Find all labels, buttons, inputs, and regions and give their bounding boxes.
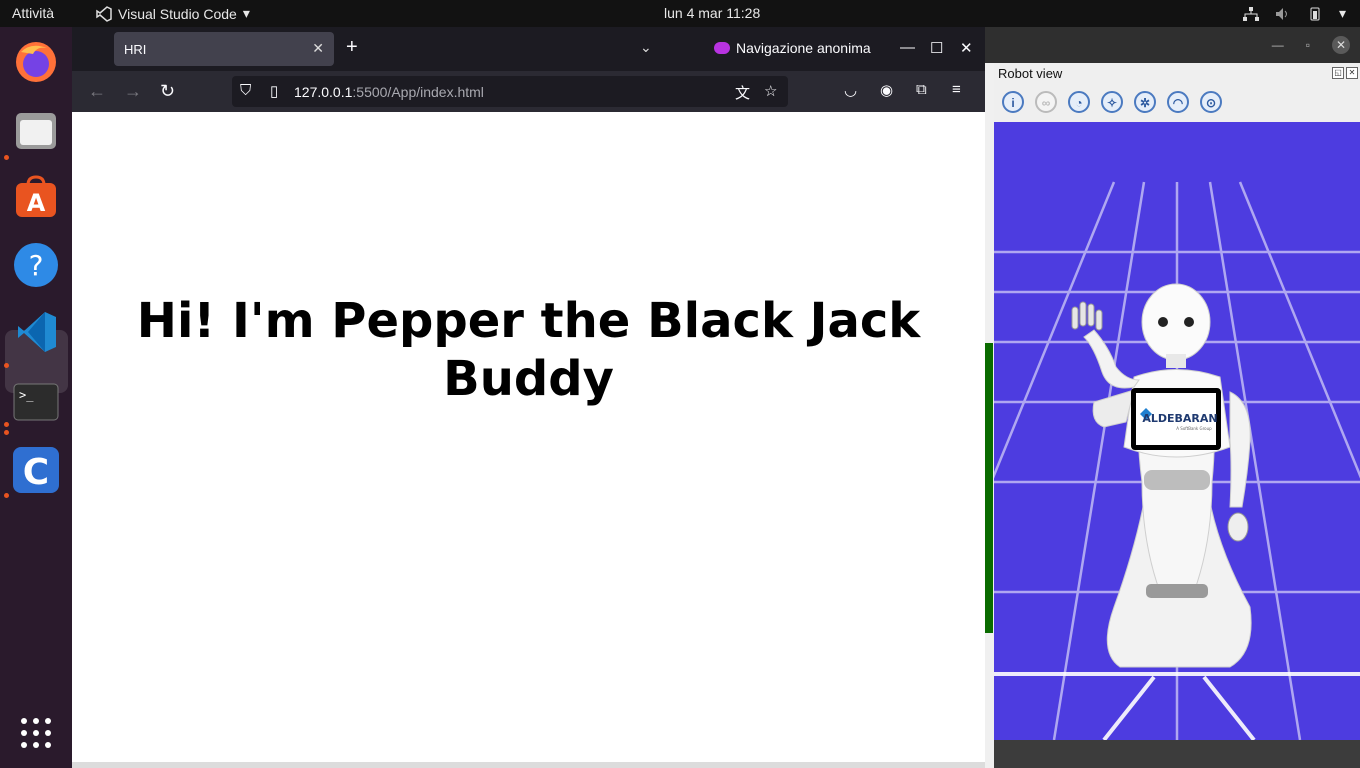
app-grid-icon[interactable] — [12, 709, 60, 757]
running-indicator — [4, 422, 9, 427]
translate-icon[interactable]: 文 — [735, 82, 750, 103]
robot-3d-scene: ALDEBARAN A SoftBank Group — [994, 181, 1360, 740]
new-tab-button[interactable]: + — [346, 37, 358, 57]
system-tray[interactable]: ▾ — [1242, 5, 1346, 22]
robot-pose-icon[interactable]: ✧ — [1101, 91, 1123, 113]
dock: A ? >_ C — [0, 27, 72, 768]
running-indicator — [4, 430, 9, 435]
page-icon[interactable]: ▯ — [270, 82, 278, 100]
choregraphe-window-controls: — ▫ ✕ — [1272, 36, 1350, 54]
battery-icon — [1307, 7, 1323, 21]
power-menu-icon: ▾ — [1338, 5, 1346, 21]
private-mask-icon — [714, 42, 730, 54]
minimize-button[interactable]: — — [900, 39, 915, 56]
shield-icon[interactable]: ⛉ — [240, 82, 251, 99]
activities-button[interactable]: Attività — [12, 5, 54, 21]
close-icon[interactable]: ✕ — [1332, 36, 1350, 54]
extensions-icon[interactable]: ⧉ — [916, 81, 927, 98]
files-icon[interactable] — [12, 107, 60, 155]
svg-text:A: A — [27, 189, 46, 217]
svg-text:>_: >_ — [19, 388, 34, 402]
navigation-bar: ← → ↻ ⛉ ▯ 127.0.0.1:5500/App/index.html … — [72, 71, 985, 112]
back-button[interactable]: ← — [88, 81, 106, 102]
clock[interactable]: lun 4 mar 11:28 — [664, 5, 760, 21]
zoom-view-icon[interactable]: ⊙ — [1200, 91, 1222, 113]
close-window-button[interactable]: ✕ — [960, 39, 973, 57]
private-browsing-label: Navigazione anonima — [736, 40, 871, 56]
tab-list-chevron-icon[interactable]: ⌄ — [640, 39, 652, 56]
vscode-small-icon — [96, 5, 112, 22]
robot-view-panel-controls: ◱ ✕ — [1332, 67, 1358, 79]
terminal-icon[interactable]: >_ — [12, 378, 60, 426]
url-text[interactable]: 127.0.0.1:5500/App/index.html — [294, 84, 484, 100]
robot-3d-view[interactable]: ALDEBARAN A SoftBank Group — [994, 122, 1360, 740]
private-browsing-indicator: Navigazione anonima — [714, 40, 871, 56]
chevron-down-icon: ▾ — [242, 5, 250, 21]
app-menu[interactable]: Visual Studio Code ▾ — [96, 5, 250, 22]
app-menu-label: Visual Studio Code — [118, 5, 237, 22]
firefox-icon[interactable] — [12, 37, 60, 85]
svg-text:C: C — [23, 452, 49, 493]
url-bar[interactable]: ⛉ ▯ 127.0.0.1:5500/App/index.html 文 ☆ — [232, 76, 788, 107]
bookmark-star-icon[interactable]: ☆ — [764, 82, 777, 100]
robot-view-toolbar: i ∞ ◔ ✧ ✲ ◠ ⊙ — [1002, 91, 1222, 113]
maximize-button[interactable]: ☐ — [930, 39, 943, 57]
running-indicator — [4, 155, 9, 160]
running-indicator — [4, 363, 9, 368]
account-icon[interactable]: ◉ — [880, 81, 893, 99]
url-path: :5500/App/index.html — [352, 84, 484, 100]
restore-icon[interactable]: ▫ — [1306, 38, 1310, 52]
tablet-subtitle: A SoftBank Group — [1176, 426, 1212, 431]
head-camera-icon[interactable]: ◔ — [1068, 91, 1090, 113]
choregraphe-timeline-strip — [985, 343, 993, 633]
url-host: 127.0.0.1 — [294, 84, 353, 100]
vscode-icon[interactable] — [12, 308, 60, 356]
page-heading: Hi! I'm Pepper the Black Jack Buddy — [136, 293, 921, 407]
volume-icon — [1275, 7, 1291, 21]
browser-window: HRI ✕ + ⌄ Navigazione anonima — ☐ ✕ ← → … — [72, 27, 985, 768]
choregraphe-icon[interactable]: C — [12, 446, 60, 494]
running-indicator — [4, 493, 9, 498]
network-icon — [1242, 6, 1259, 21]
tab-title: HRI — [124, 42, 147, 57]
float-panel-icon[interactable]: ◱ — [1332, 67, 1344, 79]
tab-bar: HRI ✕ + ⌄ Navigazione anonima — ☐ ✕ — [72, 27, 985, 71]
robot-settings-icon[interactable]: ✲ — [1134, 91, 1156, 113]
info-icon[interactable]: i — [1002, 91, 1024, 113]
pocket-icon[interactable]: ◡ — [844, 81, 857, 99]
tablet-brand: ALDEBARAN — [1142, 412, 1217, 425]
app-center-icon[interactable]: A — [12, 173, 60, 221]
browser-bottom-edge — [72, 762, 985, 768]
robot-view-title: Robot view — [998, 66, 1063, 81]
view-mode-icon[interactable]: ∞ — [1035, 91, 1057, 113]
forward-button[interactable]: → — [124, 81, 142, 102]
svg-text:?: ? — [29, 249, 44, 282]
close-tab-icon[interactable]: ✕ — [312, 40, 324, 57]
help-icon[interactable]: ? — [12, 241, 60, 289]
page-content: Hi! I'm Pepper the Black Jack Buddy — [72, 112, 985, 762]
menu-icon[interactable]: ≡ — [952, 81, 961, 98]
tab-hri[interactable]: HRI ✕ — [114, 32, 334, 66]
top-bar: Attività Visual Studio Code ▾ lun 4 mar … — [0, 0, 1360, 27]
sensor-view-icon[interactable]: ◠ — [1167, 91, 1189, 113]
minimize-icon[interactable]: — — [1272, 38, 1284, 52]
close-panel-icon[interactable]: ✕ — [1346, 67, 1358, 79]
robot-view-panel: Robot view ◱ ✕ i ∞ ◔ ✧ ✲ ◠ ⊙ ALDEBARAN A… — [994, 63, 1360, 740]
reload-button[interactable]: ↻ — [160, 81, 175, 102]
